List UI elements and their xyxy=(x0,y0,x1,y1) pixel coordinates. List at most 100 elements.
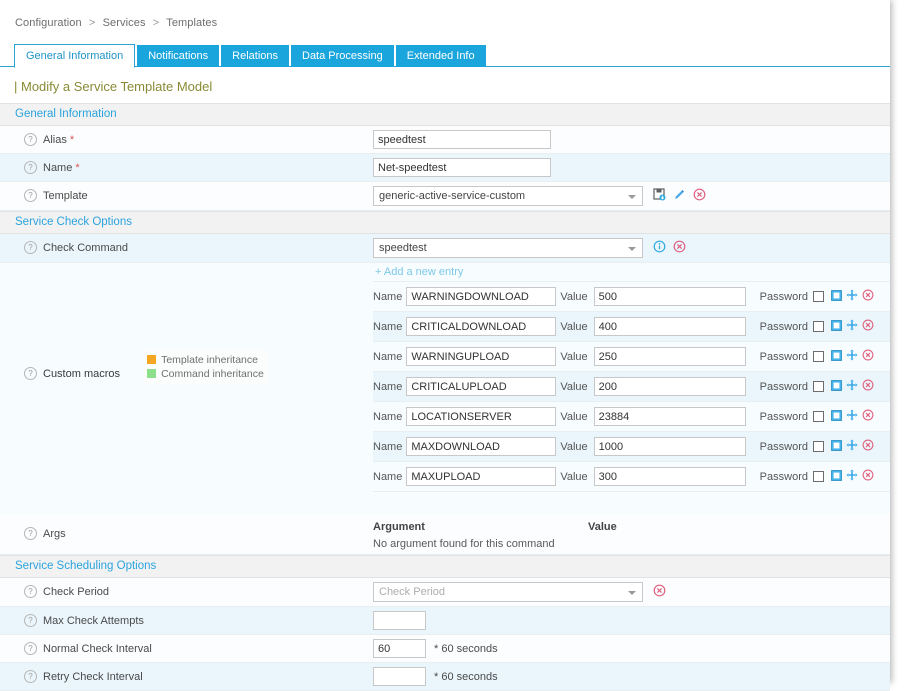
delete-circle-icon[interactable] xyxy=(862,289,874,304)
help-icon[interactable]: ? xyxy=(24,189,37,202)
help-icon[interactable]: ? xyxy=(24,133,37,146)
macro-value-input[interactable] xyxy=(593,377,746,396)
tab-general-information[interactable]: General Information xyxy=(14,44,136,68)
retry-check-interval-field-cell: * 60 seconds xyxy=(373,663,890,690)
move-arrows-icon[interactable] xyxy=(846,409,858,424)
macro-value-input[interactable] xyxy=(593,287,746,306)
macro-password-checkbox[interactable] xyxy=(812,441,824,452)
tab-data-processing[interactable]: Data Processing xyxy=(291,45,394,67)
macro-name-input[interactable] xyxy=(406,377,557,396)
retry-check-interval-label-cell: ? Retry Check Interval xyxy=(0,663,373,683)
delete-circle-icon[interactable] xyxy=(693,188,706,204)
help-icon[interactable]: ? xyxy=(24,614,37,627)
macro-password-checkbox[interactable] xyxy=(812,321,824,332)
macro-row: Name Value Password xyxy=(373,432,890,462)
duplicate-icon[interactable] xyxy=(831,349,842,364)
breadcrumb-item-services[interactable]: Services xyxy=(103,17,146,29)
save-icon[interactable] xyxy=(653,188,666,204)
macro-name-input[interactable] xyxy=(406,467,557,486)
tab-relations[interactable]: Relations xyxy=(221,45,289,67)
retry-check-interval-input[interactable] xyxy=(373,667,426,686)
form-row-normal-check-interval: ? Normal Check Interval * 60 seconds xyxy=(0,635,890,663)
max-check-attempts-label-cell: ? Max Check Attempts xyxy=(0,607,373,627)
move-arrows-icon[interactable] xyxy=(846,379,858,394)
duplicate-icon[interactable] xyxy=(831,439,842,454)
move-arrows-icon[interactable] xyxy=(846,319,858,334)
breadcrumb-item-configuration[interactable]: Configuration xyxy=(15,17,82,29)
delete-circle-icon[interactable] xyxy=(862,349,874,364)
macro-value-input[interactable] xyxy=(593,317,746,336)
help-icon[interactable]: ? xyxy=(24,585,37,598)
delete-circle-icon[interactable] xyxy=(862,439,874,454)
macro-name-input[interactable] xyxy=(406,347,557,366)
help-icon[interactable]: ? xyxy=(24,642,37,655)
macro-name-input[interactable] xyxy=(406,407,557,426)
macro-row: Name Value Password xyxy=(373,312,890,342)
add-entry-row: + Add a new entry xyxy=(373,263,890,282)
macro-name-label: Name xyxy=(373,380,403,393)
check-command-select[interactable]: speedtest xyxy=(373,238,643,258)
tab-notifications[interactable]: Notifications xyxy=(137,45,220,67)
pencil-icon[interactable] xyxy=(673,188,686,204)
form-row-check-period: ? Check Period Check Period xyxy=(0,578,890,607)
delete-circle-icon[interactable] xyxy=(862,469,874,484)
check-period-select[interactable]: Check Period xyxy=(373,582,643,602)
macro-value-input[interactable] xyxy=(593,467,746,486)
move-arrows-icon[interactable] xyxy=(846,469,858,484)
normal-check-interval-input[interactable] xyxy=(373,639,426,658)
form-row-name: ? Name * xyxy=(0,154,890,182)
duplicate-icon[interactable] xyxy=(831,379,842,394)
chevron-down-icon xyxy=(628,195,636,199)
macro-password-label: Password xyxy=(759,290,808,303)
macro-value-input[interactable] xyxy=(593,407,746,426)
help-icon[interactable]: ? xyxy=(24,161,37,174)
help-icon[interactable]: ? xyxy=(24,367,37,380)
delete-circle-icon[interactable] xyxy=(653,584,666,600)
macro-name-input[interactable] xyxy=(406,287,557,306)
duplicate-icon[interactable] xyxy=(831,289,842,304)
move-arrows-icon[interactable] xyxy=(846,439,858,454)
normal-check-interval-label: Normal Check Interval xyxy=(43,643,152,655)
tab-bar: General Information Notifications Relation… xyxy=(0,42,890,68)
macro-password-checkbox[interactable] xyxy=(812,291,824,302)
macro-password-label: Password xyxy=(759,320,808,333)
legend-swatch-template xyxy=(147,355,157,364)
macro-password-checkbox[interactable] xyxy=(812,471,824,482)
breadcrumb: Configuration > Services > Templates xyxy=(0,0,890,29)
max-check-attempts-input[interactable] xyxy=(373,611,426,630)
delete-circle-icon[interactable] xyxy=(673,240,686,256)
macro-name-input[interactable] xyxy=(406,317,557,336)
macro-value-input[interactable] xyxy=(593,437,746,456)
template-field-cell: generic-active-service-custom xyxy=(373,182,890,210)
macro-row: Name Value Password xyxy=(373,372,890,402)
help-icon[interactable]: ? xyxy=(24,241,37,254)
duplicate-icon[interactable] xyxy=(831,319,842,334)
duplicate-icon[interactable] xyxy=(831,469,842,484)
normal-check-interval-suffix: * 60 seconds xyxy=(434,642,498,655)
delete-circle-icon[interactable] xyxy=(862,319,874,334)
help-icon[interactable]: ? xyxy=(24,527,37,540)
macro-value-label: Value xyxy=(560,320,588,333)
form-row-retry-check-interval: ? Retry Check Interval * 60 seconds xyxy=(0,663,890,691)
info-circle-icon[interactable] xyxy=(653,240,666,256)
tab-extended-info[interactable]: Extended Info xyxy=(395,45,486,67)
alias-input[interactable] xyxy=(373,130,551,149)
template-select[interactable]: generic-active-service-custom xyxy=(373,186,643,206)
move-arrows-icon[interactable] xyxy=(846,289,858,304)
macro-value-input[interactable] xyxy=(593,347,746,366)
page-container: Configuration > Services > Templates Gen… xyxy=(0,0,890,691)
move-arrows-icon[interactable] xyxy=(846,349,858,364)
custom-macros-block: ? Custom macros Template inheritance Comm… xyxy=(0,263,890,514)
breadcrumb-item-templates[interactable]: Templates xyxy=(166,17,217,29)
macro-password-checkbox[interactable] xyxy=(812,411,824,422)
macro-password-checkbox[interactable] xyxy=(812,381,824,392)
name-input[interactable] xyxy=(373,158,551,177)
delete-circle-icon[interactable] xyxy=(862,409,874,424)
macro-name-label: Name xyxy=(373,350,403,363)
macro-name-input[interactable] xyxy=(406,437,557,456)
duplicate-icon[interactable] xyxy=(831,409,842,424)
add-new-entry-link[interactable]: + Add a new entry xyxy=(373,263,463,281)
delete-circle-icon[interactable] xyxy=(862,379,874,394)
help-icon[interactable]: ? xyxy=(24,670,37,683)
macro-password-checkbox[interactable] xyxy=(812,351,824,362)
